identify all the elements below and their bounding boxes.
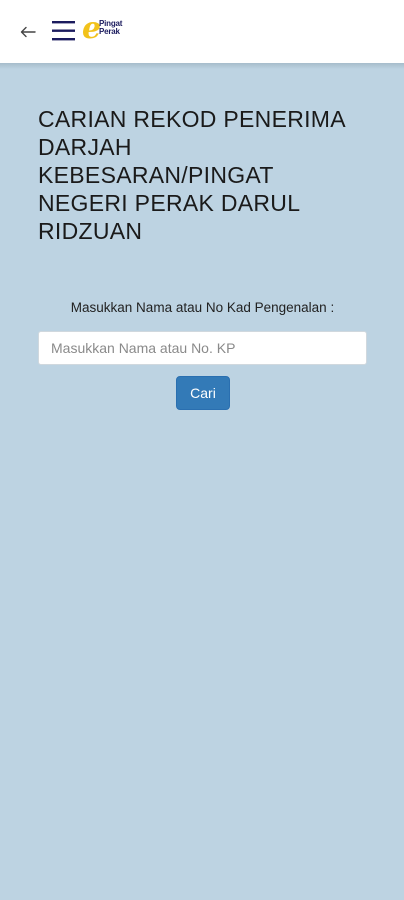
logo-text: Pingat Perak: [99, 20, 122, 36]
page-title: CARIAN REKOD PENERIMA DARJAH KEBESARAN/P…: [38, 106, 345, 244]
header-shadow: [0, 63, 404, 69]
search-label: Masukkan Nama atau No Kad Pengenalan :: [70, 300, 335, 315]
menu-button[interactable]: [51, 18, 77, 44]
app-logo[interactable]: e Pingat Perak: [82, 14, 136, 48]
back-button[interactable]: [16, 20, 40, 44]
arrow-left-icon: [20, 26, 36, 38]
logo-line-2: Perak: [99, 27, 120, 36]
hamburger-menu-icon: [52, 21, 75, 41]
app-screen: e Pingat Perak CARIAN REKOD PENERIMA DAR…: [0, 0, 404, 900]
search-input[interactable]: [38, 331, 367, 365]
search-button[interactable]: Cari: [176, 376, 230, 410]
top-app-bar: e Pingat Perak: [0, 0, 404, 63]
